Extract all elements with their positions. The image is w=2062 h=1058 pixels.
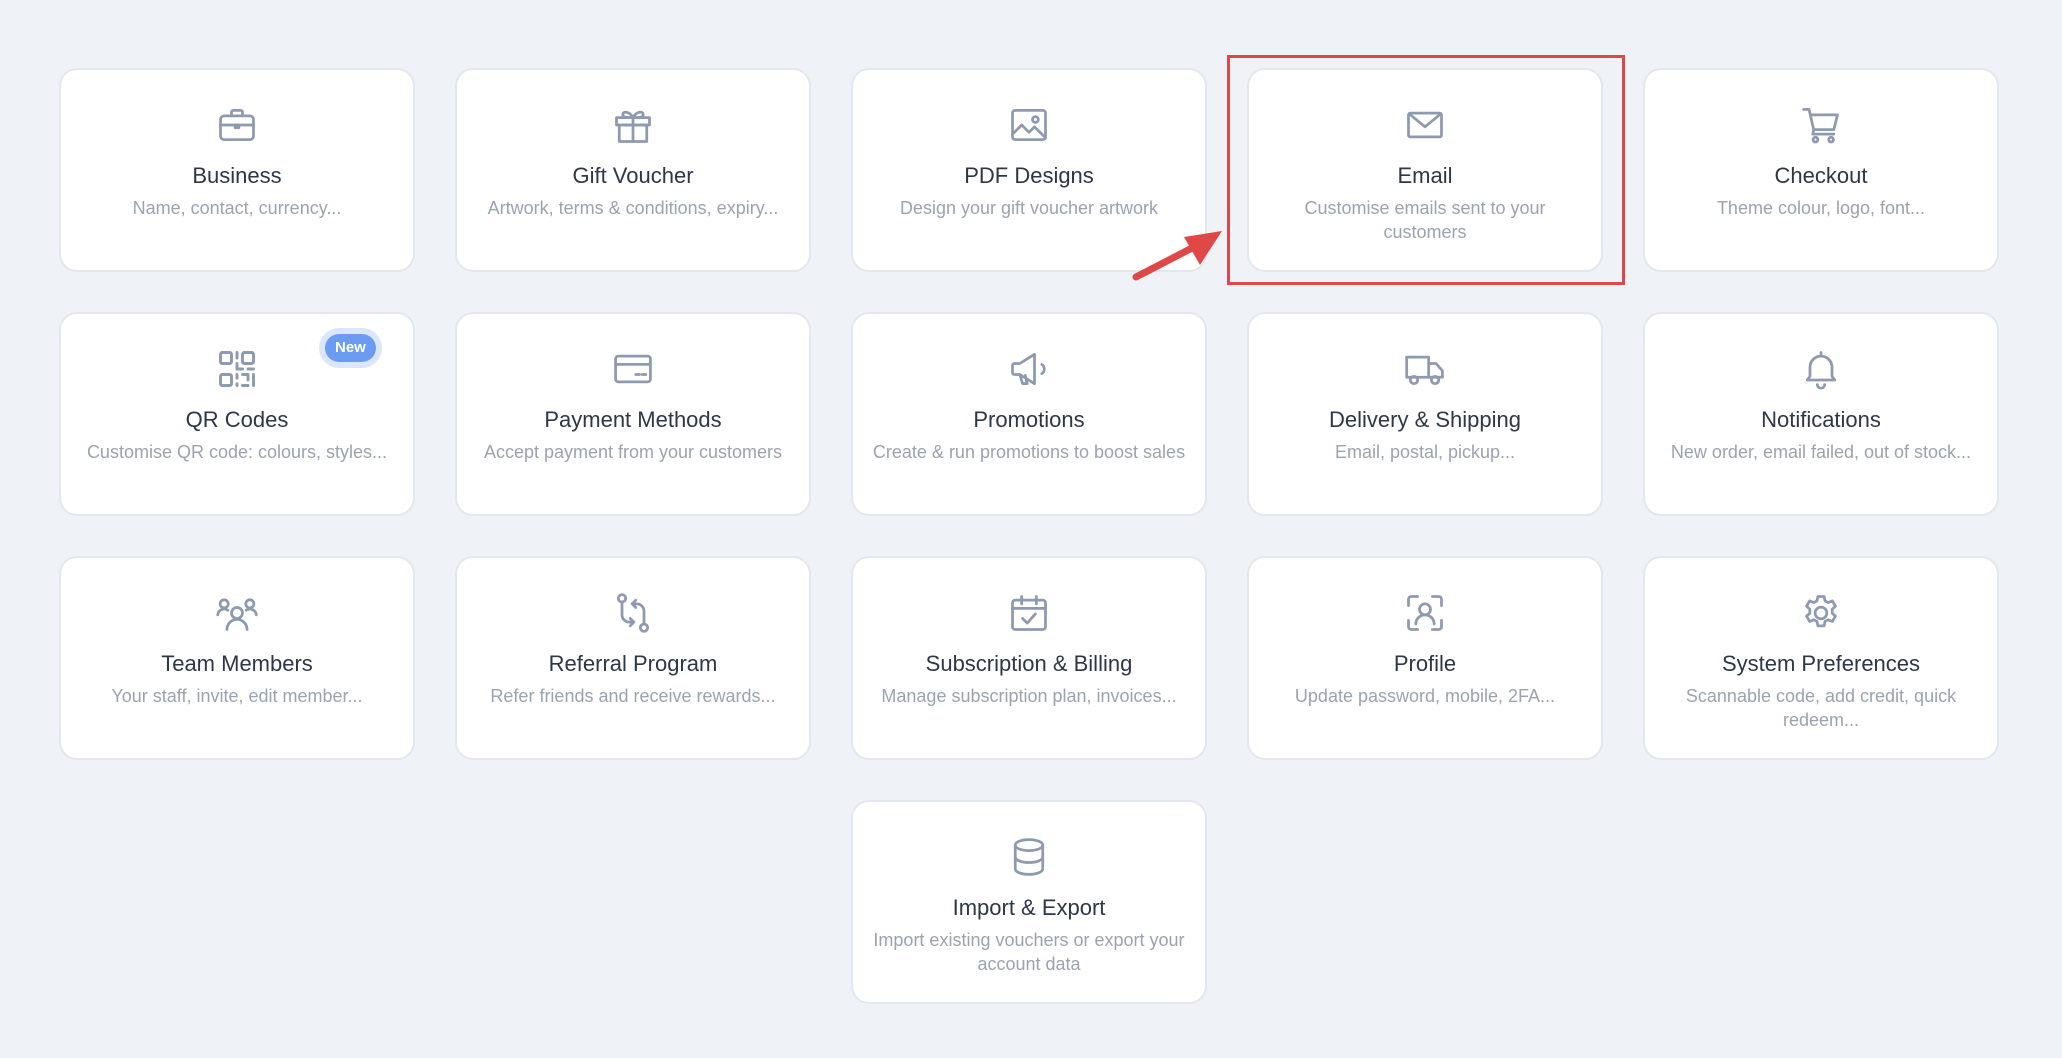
settings-card-pdf-designs[interactable]: PDF Designs Design your gift voucher art… (851, 68, 1207, 272)
card-title: PDF Designs (964, 163, 1094, 188)
card-title: Payment Methods (544, 407, 722, 432)
settings-card-gift-voucher[interactable]: Gift Voucher Artwork, terms & conditions… (455, 68, 811, 272)
settings-card-payment-methods[interactable]: Payment Methods Accept payment from your… (455, 312, 811, 516)
calendar-check-icon (1007, 591, 1051, 635)
gear-icon (1799, 591, 1843, 635)
card-title: Team Members (161, 651, 313, 676)
settings-card-checkout[interactable]: Checkout Theme colour, logo, font... (1643, 68, 1999, 272)
team-icon (215, 591, 259, 635)
settings-card-promotions[interactable]: Promotions Create & run promotions to bo… (851, 312, 1207, 516)
card-description: Create & run promotions to boost sales (872, 442, 1186, 462)
envelope-icon (1403, 103, 1447, 147)
card-title: Profile (1393, 651, 1457, 676)
card-title: Referral Program (548, 651, 718, 676)
settings-card-import-export[interactable]: Import & Export Import existing vouchers… (851, 800, 1207, 1004)
card-title: Notifications (1761, 407, 1881, 432)
card-title: Subscription & Billing (925, 651, 1133, 676)
truck-icon (1403, 347, 1447, 391)
briefcase-icon (215, 103, 259, 147)
card-title: Email (1397, 163, 1453, 188)
gift-icon (611, 103, 655, 147)
new-badge: New (325, 334, 376, 362)
card-description: Manage subscription plan, invoices... (881, 686, 1177, 706)
card-description: Name, contact, currency... (132, 198, 342, 218)
card-description: Email, postal, pickup... (1334, 442, 1516, 462)
image-icon (1007, 103, 1051, 147)
card-description: Refer friends and receive rewards... (490, 686, 776, 706)
card-title: QR Codes (185, 407, 289, 432)
cart-icon (1799, 103, 1843, 147)
card-description: Your staff, invite, edit member... (111, 686, 363, 706)
card-description: Theme colour, logo, font... (1716, 198, 1926, 218)
card-description: Scannable code, add credit, quick redeem… (1685, 686, 1957, 730)
settings-card-referral-program[interactable]: Referral Program Refer friends and recei… (455, 556, 811, 760)
card-description: Design your gift voucher artwork (899, 198, 1159, 218)
qr-code-icon (215, 347, 259, 391)
settings-card-delivery-shipping[interactable]: Delivery & Shipping Email, postal, picku… (1247, 312, 1603, 516)
bell-icon (1799, 347, 1843, 391)
card-description: Accept payment from your customers (483, 442, 783, 462)
database-icon (1007, 835, 1051, 879)
card-description: Customise QR code: colours, styles... (86, 442, 388, 462)
settings-card-team-members[interactable]: Team Members Your staff, invite, edit me… (59, 556, 415, 760)
card-description: Customise emails sent to your customers (1304, 198, 1546, 242)
settings-card-business[interactable]: Business Name, contact, currency... (59, 68, 415, 272)
settings-card-subscription-billing[interactable]: Subscription & Billing Manage subscripti… (851, 556, 1207, 760)
card-title: Business (192, 163, 282, 188)
settings-card-system-preferences[interactable]: System Preferences Scannable code, add c… (1643, 556, 1999, 760)
user-scan-icon (1403, 591, 1447, 635)
card-title: Gift Voucher (572, 163, 694, 188)
card-title: Delivery & Shipping (1329, 407, 1521, 432)
settings-card-profile[interactable]: Profile Update password, mobile, 2FA... (1247, 556, 1603, 760)
settings-card-notifications[interactable]: Notifications New order, email failed, o… (1643, 312, 1999, 516)
card-title: System Preferences (1721, 651, 1921, 676)
credit-card-icon (611, 347, 655, 391)
card-title: Promotions (973, 407, 1085, 432)
card-description: Update password, mobile, 2FA... (1294, 686, 1556, 706)
card-title: Import & Export (952, 895, 1106, 920)
card-description: New order, email failed, out of stock... (1670, 442, 1972, 462)
card-title: Checkout (1774, 163, 1868, 188)
settings-card-qr-codes[interactable]: New QR Codes Customise QR code: colours,… (59, 312, 415, 516)
referral-icon (611, 591, 655, 635)
megaphone-icon (1007, 347, 1051, 391)
card-description: Artwork, terms & conditions, expiry... (487, 198, 779, 218)
settings-card-email[interactable]: Email Customise emails sent to your cust… (1247, 68, 1603, 272)
card-description: Import existing vouchers or export your … (873, 930, 1185, 974)
